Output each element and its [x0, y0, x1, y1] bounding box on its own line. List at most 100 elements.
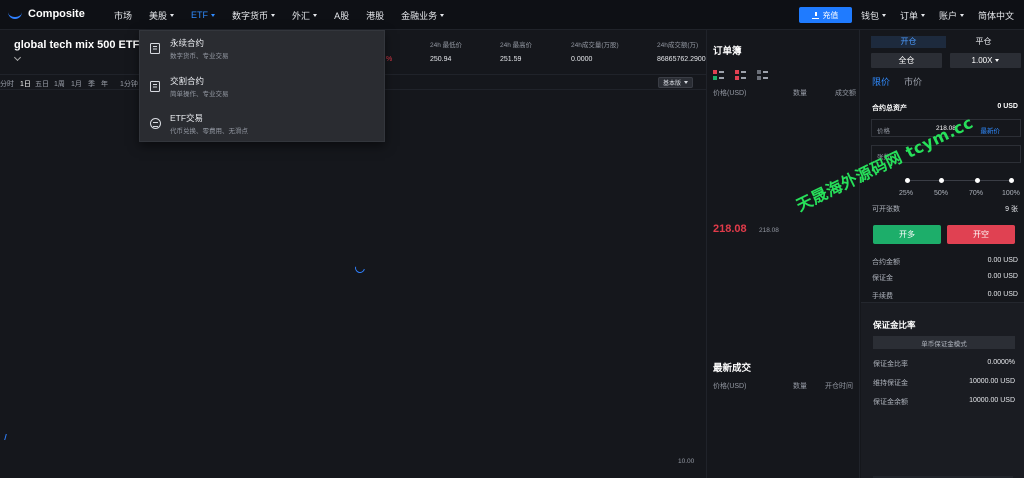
leverage-value: 1.00X [971, 56, 993, 65]
timeframe-year[interactable]: 年 [101, 79, 108, 89]
view-asks-icon[interactable] [735, 70, 746, 81]
tab-market[interactable]: 市价 [904, 75, 922, 88]
timeframe-intraday[interactable]: 分时 [0, 79, 14, 89]
timeframe-quarter[interactable]: 季 [88, 79, 95, 89]
open-short-button[interactable]: 开空 [947, 225, 1015, 244]
exchange-icon [150, 118, 161, 129]
percent-25[interactable]: 25% [899, 190, 913, 197]
stat-label-volume: 24h成交量(万股) [571, 42, 619, 49]
nav-item-market[interactable]: 市场 [114, 9, 132, 22]
etf-dropdown-menu: 永续合约 数字货币、专业交易 交割合约 简单操作、专业交易 ETF交易 代币兑换… [139, 30, 385, 142]
caret-down-icon [170, 13, 175, 17]
nav-label: 市场 [114, 10, 133, 21]
nav-label: 订单 [899, 10, 918, 21]
loading-spinner-icon [353, 261, 367, 275]
timeframe-5d[interactable]: 五日 [35, 79, 49, 89]
last-price: 218.08 [713, 223, 747, 235]
chevron-down-icon[interactable] [13, 53, 22, 62]
price-chart[interactable]: 10.00 [0, 90, 706, 478]
menu-item-etf-trade[interactable]: ETF交易 代币兑换、零费用、无滑点 [140, 108, 386, 138]
nav-label: ETF [191, 10, 209, 20]
nav-label: 钱包 [860, 10, 879, 21]
caret-down-icon [881, 13, 886, 17]
timeframe-1d[interactable]: 1日 [20, 79, 31, 89]
chart-edge-mark [4, 434, 8, 440]
view-both-icon[interactable] [713, 70, 724, 81]
nav-item-crypto[interactable]: 数字货币 [232, 9, 276, 22]
nav-item-financial[interactable]: 金融业务 [401, 9, 445, 22]
instrument-name[interactable]: global tech mix 500 ETF [14, 39, 139, 51]
slider-dot-70[interactable] [975, 178, 980, 183]
info-label: 手续费 [872, 293, 893, 300]
delivery-icon [150, 81, 160, 92]
percent-50[interactable]: 50% [934, 190, 948, 197]
change-percent: % [386, 56, 393, 63]
margin-ratio-panel: 保证金比率 单币保证金模式 保证金比率 0.0000% 维持保证金 10000.… [861, 302, 1024, 478]
menu-item-perpetual[interactable]: 永续合约 数字货币、专业交易 [140, 33, 386, 63]
trades-col-price: 价格(USD) [713, 383, 747, 390]
version-label: 基本版 [663, 81, 682, 87]
stat-value-high: 251.59 [500, 56, 522, 63]
margin-row: 维持保证金 10000.00 USD [873, 378, 1015, 388]
percent-100[interactable]: 100% [1002, 190, 1020, 197]
caret-down-icon [440, 13, 445, 17]
recharge-label: 充值 [822, 10, 839, 20]
open-long-button[interactable]: 开多 [873, 225, 941, 244]
info-row: 保证金 0.00 USD [872, 273, 1018, 283]
margin-value: 0.0000% [987, 359, 1015, 366]
latest-price-link[interactable]: 最新价 [981, 125, 1001, 135]
orderbook-title: 订单簿 [713, 46, 742, 57]
margin-label: 保证金比率 [873, 361, 908, 368]
total-assets-row: 合约总资产 0 USD [872, 103, 1018, 113]
percent-70[interactable]: 70% [969, 190, 983, 197]
nav-item-orders[interactable]: 订单 [900, 9, 925, 22]
open-qty-label: 可开张数 [872, 206, 900, 213]
leverage-select[interactable]: 1.00X [950, 53, 1021, 68]
timeframe-1w[interactable]: 1周 [54, 79, 65, 89]
trades-col-qty: 数量 [793, 383, 807, 390]
logo-icon [8, 10, 22, 19]
nav-label: 港股 [366, 10, 385, 21]
chart-version-toggle[interactable]: 基本版 [658, 77, 694, 88]
nav-label: 金融业务 [401, 10, 438, 21]
tab-limit[interactable]: 限价 [872, 75, 890, 88]
slider-dot-50[interactable] [939, 178, 944, 183]
nav-right: 充值 钱包 订单 账户 简体中文 [798, 0, 1018, 30]
order-book: 订单簿 价格(USD) 数量 成交额 218.08 218.08 最新成交 价格… [706, 30, 860, 478]
caret-down-icon [313, 13, 318, 17]
timeframe-1m[interactable]: 1月 [71, 79, 82, 89]
slider-dot-100[interactable] [1009, 178, 1014, 183]
caret-down-icon [920, 13, 925, 17]
nav-label: A股 [334, 10, 350, 21]
nav-item-forex[interactable]: 外汇 [292, 9, 318, 22]
nav-item-a-shares[interactable]: A股 [334, 9, 349, 22]
nav-item-us-stocks[interactable]: 美股 [149, 9, 175, 22]
stat-label-low: 24h 最低价 [430, 42, 463, 49]
info-label: 合约金额 [872, 259, 900, 266]
quantity-slider[interactable] [905, 178, 1014, 183]
orderbook-col-amount: 成交额 [835, 90, 856, 97]
info-label: 保证金 [872, 275, 893, 282]
recharge-button[interactable]: 充值 [798, 7, 852, 23]
menu-item-delivery[interactable]: 交割合约 简单操作、专业交易 [140, 71, 386, 101]
nav-item-etf[interactable]: ETF [191, 10, 216, 20]
info-value: 0.00 USD [987, 273, 1018, 280]
open-qty-row: 可开张数 9 张 [872, 204, 1018, 214]
info-row: 手续费 0.00 USD [872, 291, 1018, 301]
tab-open[interactable]: 开仓 [871, 36, 946, 48]
slider-dot-25[interactable] [905, 178, 910, 183]
language-select[interactable]: 简体中文 [978, 9, 1014, 22]
margin-label: 维持保证金 [873, 380, 908, 387]
timeframe-1min[interactable]: 1分钟 [120, 79, 138, 89]
margin-mode-select[interactable]: 全仓 [871, 53, 942, 68]
view-bids-icon[interactable] [757, 70, 768, 81]
logo[interactable]: Composite [8, 8, 85, 20]
nav-item-hk-stocks[interactable]: 港股 [366, 9, 384, 22]
margin-mode-value: 全仓 [898, 56, 915, 65]
tab-close[interactable]: 平仓 [946, 36, 1021, 48]
order-type-tabs: 限价 市价 [872, 75, 922, 88]
margin-mode-button[interactable]: 单币保证金模式 [873, 336, 1015, 349]
nav-item-wallet[interactable]: 钱包 [861, 9, 886, 22]
latest-trades-title: 最新成交 [713, 363, 752, 374]
nav-item-account[interactable]: 账户 [939, 9, 964, 22]
